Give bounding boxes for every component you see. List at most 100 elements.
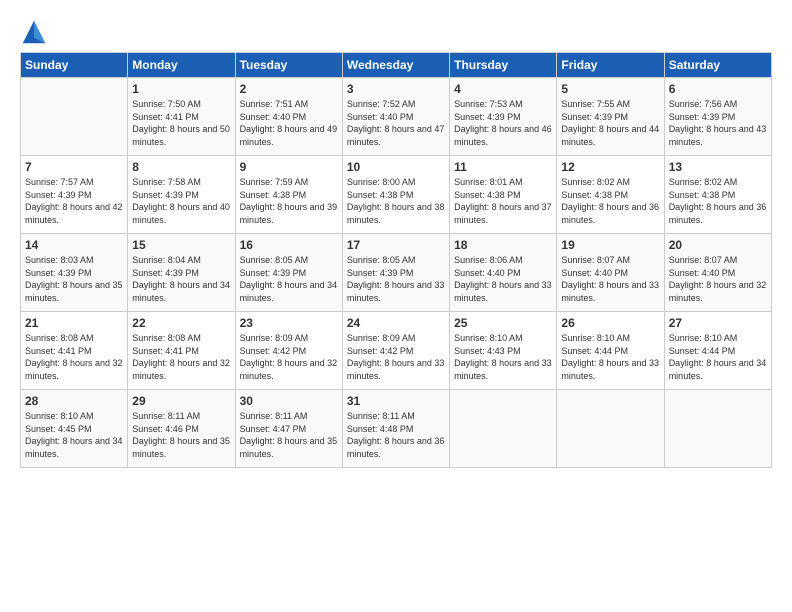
day-cell: 17 Sunrise: 8:05 AM Sunset: 4:39 PM Dayli… <box>342 234 449 312</box>
day-info: Sunrise: 8:05 AM Sunset: 4:39 PM Dayligh… <box>347 254 445 304</box>
day-cell: 9 Sunrise: 7:59 AM Sunset: 4:38 PM Daylig… <box>235 156 342 234</box>
day-info: Sunrise: 8:05 AM Sunset: 4:39 PM Dayligh… <box>240 254 338 304</box>
day-cell: 8Sunrise: 7:58 AM Sunset: 4:39 PM Daylig… <box>128 156 235 234</box>
day-cell <box>21 78 128 156</box>
day-info: Sunrise: 8:09 AM Sunset: 4:42 PM Dayligh… <box>347 332 445 382</box>
header-cell-friday: Friday <box>557 53 664 78</box>
day-cell <box>664 390 771 468</box>
day-number: 1 <box>132 82 230 96</box>
week-row-0: 1Sunrise: 7:50 AM Sunset: 4:41 PM Daylig… <box>21 78 772 156</box>
day-info: Sunrise: 8:09 AM Sunset: 4:42 PM Dayligh… <box>240 332 338 382</box>
day-number: 30 <box>240 394 338 408</box>
day-cell: 28 Sunrise: 8:10 AM Sunset: 4:45 PM Dayli… <box>21 390 128 468</box>
day-number: 9 <box>240 160 338 174</box>
day-number: 16 <box>240 238 338 252</box>
day-number: 29 <box>132 394 230 408</box>
day-info: Sunrise: 8:10 AM Sunset: 4:43 PM Dayligh… <box>454 332 552 382</box>
day-cell <box>557 390 664 468</box>
day-number: 21 <box>25 316 123 330</box>
logo <box>20 18 52 46</box>
day-cell: 7 Sunrise: 7:57 AM Sunset: 4:39 PM Daylig… <box>21 156 128 234</box>
day-info: Sunrise: 8:00 AM Sunset: 4:38 PM Dayligh… <box>347 176 445 226</box>
day-number: 7 <box>25 160 123 174</box>
day-info: Sunrise: 8:02 AM Sunset: 4:38 PM Dayligh… <box>669 176 767 226</box>
day-cell: 22 Sunrise: 8:08 AM Sunset: 4:41 PM Dayli… <box>128 312 235 390</box>
day-cell: 19 Sunrise: 8:07 AM Sunset: 4:40 PM Dayli… <box>557 234 664 312</box>
day-number: 14 <box>25 238 123 252</box>
day-number: 13 <box>669 160 767 174</box>
day-cell: 10 Sunrise: 8:00 AM Sunset: 4:38 PM Dayli… <box>342 156 449 234</box>
day-cell: 27Sunrise: 8:10 AM Sunset: 4:44 PM Dayli… <box>664 312 771 390</box>
calendar-body: 1Sunrise: 7:50 AM Sunset: 4:41 PM Daylig… <box>21 78 772 468</box>
day-cell: 20 Sunrise: 8:07 AM Sunset: 4:40 PM Dayli… <box>664 234 771 312</box>
day-info: Sunrise: 8:08 AM Sunset: 4:41 PM Dayligh… <box>25 332 123 382</box>
day-number: 19 <box>561 238 659 252</box>
day-info: Sunrise: 8:10 AM Sunset: 4:44 PM Dayligh… <box>561 332 659 382</box>
day-info: Sunrise: 8:02 AM Sunset: 4:38 PM Dayligh… <box>561 176 659 226</box>
header-cell-saturday: Saturday <box>664 53 771 78</box>
day-number: 20 <box>669 238 767 252</box>
day-number: 31 <box>347 394 445 408</box>
header-row: SundayMondayTuesdayWednesdayThursdayFrid… <box>21 53 772 78</box>
day-number: 6 <box>669 82 767 96</box>
header-cell-tuesday: Tuesday <box>235 53 342 78</box>
day-cell: 29 Sunrise: 8:11 AM Sunset: 4:46 PM Dayli… <box>128 390 235 468</box>
day-number: 24 <box>347 316 445 330</box>
day-number: 28 <box>25 394 123 408</box>
day-number: 23 <box>240 316 338 330</box>
day-info: Sunrise: 7:58 AM Sunset: 4:39 PM Dayligh… <box>132 176 230 226</box>
day-number: 27 <box>669 316 767 330</box>
logo-icon <box>20 18 48 46</box>
day-info: Sunrise: 8:10 AM Sunset: 4:45 PM Dayligh… <box>25 410 123 460</box>
day-number: 17 <box>347 238 445 252</box>
day-cell: 24 Sunrise: 8:09 AM Sunset: 4:42 PM Dayli… <box>342 312 449 390</box>
day-cell: 14 Sunrise: 8:03 AM Sunset: 4:39 PM Dayli… <box>21 234 128 312</box>
day-cell: 3 Sunrise: 7:52 AM Sunset: 4:40 PM Daylig… <box>342 78 449 156</box>
day-info: Sunrise: 8:07 AM Sunset: 4:40 PM Dayligh… <box>669 254 767 304</box>
day-number: 25 <box>454 316 552 330</box>
calendar-page: SundayMondayTuesdayWednesdayThursdayFrid… <box>0 0 792 612</box>
day-info: Sunrise: 7:57 AM Sunset: 4:39 PM Dayligh… <box>25 176 123 226</box>
day-cell: 1Sunrise: 7:50 AM Sunset: 4:41 PM Daylig… <box>128 78 235 156</box>
day-cell: 5Sunrise: 7:55 AM Sunset: 4:39 PM Daylig… <box>557 78 664 156</box>
week-row-2: 14 Sunrise: 8:03 AM Sunset: 4:39 PM Dayli… <box>21 234 772 312</box>
day-info: Sunrise: 7:52 AM Sunset: 4:40 PM Dayligh… <box>347 98 445 148</box>
day-info: Sunrise: 8:11 AM Sunset: 4:46 PM Dayligh… <box>132 410 230 460</box>
day-cell: 12Sunrise: 8:02 AM Sunset: 4:38 PM Dayli… <box>557 156 664 234</box>
day-cell: 25 Sunrise: 8:10 AM Sunset: 4:43 PM Dayli… <box>450 312 557 390</box>
day-number: 15 <box>132 238 230 252</box>
header-cell-sunday: Sunday <box>21 53 128 78</box>
day-cell: 26 Sunrise: 8:10 AM Sunset: 4:44 PM Dayli… <box>557 312 664 390</box>
day-info: Sunrise: 8:08 AM Sunset: 4:41 PM Dayligh… <box>132 332 230 382</box>
day-cell: 23 Sunrise: 8:09 AM Sunset: 4:42 PM Dayli… <box>235 312 342 390</box>
day-info: Sunrise: 8:03 AM Sunset: 4:39 PM Dayligh… <box>25 254 123 304</box>
day-cell: 18Sunrise: 8:06 AM Sunset: 4:40 PM Dayli… <box>450 234 557 312</box>
day-cell: 31 Sunrise: 8:11 AM Sunset: 4:48 PM Dayli… <box>342 390 449 468</box>
day-info: Sunrise: 8:01 AM Sunset: 4:38 PM Dayligh… <box>454 176 552 226</box>
day-number: 3 <box>347 82 445 96</box>
day-cell <box>450 390 557 468</box>
day-number: 11 <box>454 160 552 174</box>
day-cell: 6Sunrise: 7:56 AM Sunset: 4:39 PM Daylig… <box>664 78 771 156</box>
calendar-header: SundayMondayTuesdayWednesdayThursdayFrid… <box>21 53 772 78</box>
day-info: Sunrise: 8:04 AM Sunset: 4:39 PM Dayligh… <box>132 254 230 304</box>
day-info: Sunrise: 7:51 AM Sunset: 4:40 PM Dayligh… <box>240 98 338 148</box>
day-number: 26 <box>561 316 659 330</box>
day-cell: 11 Sunrise: 8:01 AM Sunset: 4:38 PM Dayli… <box>450 156 557 234</box>
day-number: 2 <box>240 82 338 96</box>
header-cell-wednesday: Wednesday <box>342 53 449 78</box>
day-number: 4 <box>454 82 552 96</box>
week-row-3: 21 Sunrise: 8:08 AM Sunset: 4:41 PM Dayli… <box>21 312 772 390</box>
day-info: Sunrise: 8:11 AM Sunset: 4:48 PM Dayligh… <box>347 410 445 460</box>
week-row-1: 7 Sunrise: 7:57 AM Sunset: 4:39 PM Daylig… <box>21 156 772 234</box>
week-row-4: 28 Sunrise: 8:10 AM Sunset: 4:45 PM Dayli… <box>21 390 772 468</box>
calendar-table: SundayMondayTuesdayWednesdayThursdayFrid… <box>20 52 772 468</box>
day-info: Sunrise: 7:59 AM Sunset: 4:38 PM Dayligh… <box>240 176 338 226</box>
day-cell: 2 Sunrise: 7:51 AM Sunset: 4:40 PM Daylig… <box>235 78 342 156</box>
day-number: 18 <box>454 238 552 252</box>
day-number: 10 <box>347 160 445 174</box>
day-number: 22 <box>132 316 230 330</box>
day-info: Sunrise: 8:07 AM Sunset: 4:40 PM Dayligh… <box>561 254 659 304</box>
header-cell-monday: Monday <box>128 53 235 78</box>
day-cell: 4Sunrise: 7:53 AM Sunset: 4:39 PM Daylig… <box>450 78 557 156</box>
